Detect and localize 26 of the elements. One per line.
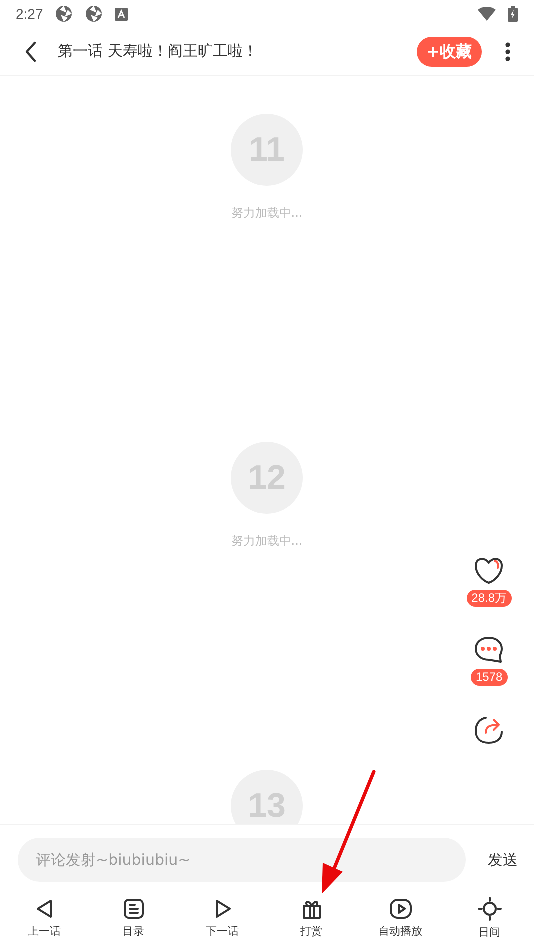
status-time: 2:27: [16, 4, 44, 24]
count-badge: 1578: [470, 669, 508, 686]
share-action-button[interactable]: [473, 714, 506, 746]
aperture-icon: [55, 5, 74, 23]
battery-icon: [508, 6, 518, 22]
loading-text: 努力加载中...: [231, 533, 303, 550]
nav-button[interactable]: 打赏: [267, 892, 356, 940]
nav-button[interactable]: 下一话: [178, 892, 267, 940]
send-button[interactable]: 发送: [488, 848, 518, 872]
count-badge: 28.8万: [466, 590, 512, 607]
list-icon: [122, 898, 144, 920]
more-button[interactable]: [504, 42, 512, 62]
sun-icon: [478, 896, 502, 921]
wifi-icon: [478, 7, 496, 21]
loading-text: 努力加载中...: [231, 205, 303, 222]
nav-button[interactable]: 上一话: [0, 892, 89, 940]
comment-bubble-icon: [473, 635, 506, 665]
nav-button[interactable]: 日间: [445, 890, 534, 942]
chapter-title: 第一话 天寿啦！阎王旷工啦！: [58, 41, 258, 62]
heart-icon: [473, 556, 506, 586]
nav-button[interactable]: 自动播放: [356, 892, 445, 940]
aperture-icon: [85, 5, 104, 23]
comment-input-field[interactable]: 评论发射~biubiubiu~: [18, 838, 466, 882]
keyboard-a-icon: [115, 8, 128, 20]
share-icon: [473, 714, 506, 746]
nav-button[interactable]: 目录: [89, 892, 178, 940]
